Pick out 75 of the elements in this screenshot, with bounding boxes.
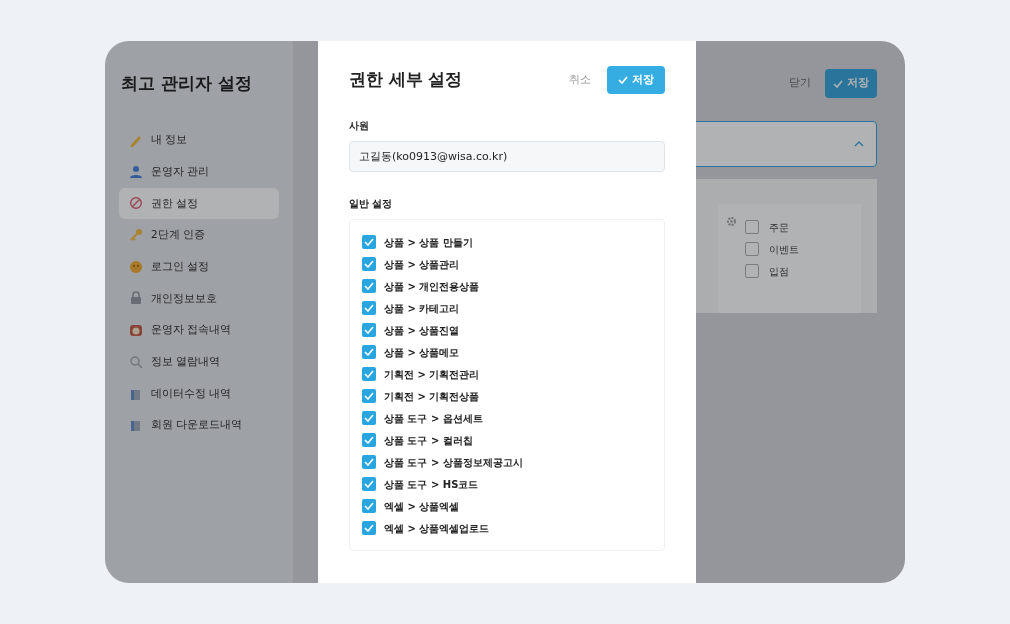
checkbox[interactable] (362, 433, 376, 447)
permission-label: 상품 도구 > HS코드 (384, 477, 479, 492)
check-icon (364, 414, 374, 422)
dialog-title: 권한 세부 설정 (349, 68, 463, 91)
checkbox[interactable] (362, 257, 376, 271)
smiley-icon (129, 259, 143, 274)
check-icon (833, 79, 843, 88)
pencil-icon (129, 133, 143, 147)
sidebar-item[interactable]: 운영자 관리 (119, 156, 279, 188)
checkbox[interactable] (745, 220, 759, 234)
check-icon (364, 260, 374, 268)
sidebar-title: 최고 관리자 설정 (121, 72, 253, 95)
check-icon (364, 238, 374, 246)
prohibited-icon (129, 196, 143, 211)
sidebar-item[interactable]: 정보 열람내역 (119, 346, 279, 378)
checkbox[interactable] (362, 477, 376, 491)
employee-field[interactable]: 고길동(ko0913@wisa.co.kr) (349, 141, 665, 172)
check-icon (364, 370, 374, 378)
chevron-up-icon (854, 141, 864, 147)
checkbox[interactable] (362, 499, 376, 513)
sidebar-item[interactable]: 내 정보 (119, 124, 279, 156)
option-label: 입점 (769, 264, 789, 279)
sidebar-item[interactable]: 회원 다운로드내역 (119, 409, 279, 441)
lock-icon (129, 291, 143, 306)
check-icon (364, 502, 374, 510)
permission-label: 상품 도구 > 상품정보제공고시 (384, 455, 523, 470)
checkbox[interactable] (362, 411, 376, 425)
permission-label: 엑셀 > 상품엑셀 (384, 499, 460, 514)
sidebar-item[interactable]: 2단계 인증 (119, 219, 279, 251)
checkbox[interactable] (362, 279, 376, 293)
permission-label: 기획전 > 기획전상품 (384, 389, 480, 404)
search-icon (129, 354, 143, 369)
sidebar-item[interactable]: 개인정보보호 (119, 282, 279, 314)
check-icon (618, 76, 628, 84)
book-icon (129, 418, 143, 433)
sidebar-item[interactable]: 운영자 접속내역 (119, 314, 279, 346)
check-icon (364, 392, 374, 400)
checkbox[interactable] (362, 323, 376, 337)
sidebar-item[interactable]: 데이터수정 내역 (119, 378, 279, 409)
check-icon (364, 480, 374, 488)
check-icon (364, 304, 374, 312)
permission-label: 상품 도구 > 컬러칩 (384, 433, 473, 448)
permission-label: 상품 > 상품진열 (384, 323, 460, 338)
option-label: 이벤트 (769, 242, 799, 257)
permission-label: 상품 > 상품 만들기 (384, 235, 473, 250)
checkbox[interactable] (362, 389, 376, 403)
permission-label: 엑셀 > 상품엑셀업로드 (384, 521, 490, 536)
check-icon (364, 524, 374, 532)
key-icon (129, 228, 143, 243)
checkbox[interactable] (745, 264, 759, 278)
option-label: 주문 (769, 220, 789, 235)
permission-label: 상품 > 상품메모 (384, 345, 460, 360)
sidebar-item[interactable]: 권한 설정 (119, 187, 279, 219)
check-icon (364, 348, 374, 356)
permission-label: 상품 > 상품관리 (384, 257, 460, 272)
check-icon (364, 326, 374, 334)
checkbox[interactable] (362, 345, 376, 359)
check-icon (364, 282, 374, 290)
checkbox[interactable] (362, 521, 376, 535)
permission-label: 상품 > 개인전용상품 (384, 279, 480, 294)
permission-label: 상품 > 카테고리 (384, 301, 460, 316)
sidebar-item[interactable]: 로그인 설정 (119, 251, 279, 283)
check-icon (364, 436, 374, 444)
checkbox[interactable] (362, 235, 376, 249)
checkbox[interactable] (362, 367, 376, 381)
checkbox[interactable] (362, 301, 376, 315)
check-icon (364, 458, 374, 466)
permission-label: 기획전 > 기획전관리 (384, 367, 480, 382)
close-button[interactable]: 닫기 (789, 75, 811, 92)
section-label: 일반 설정 (349, 197, 394, 211)
field-label: 사원 (349, 119, 370, 133)
permission-label: 상품 도구 > 옵션세트 (384, 411, 483, 426)
person-icon (129, 164, 143, 179)
checkbox[interactable] (362, 455, 376, 469)
checkbox[interactable] (745, 242, 759, 256)
